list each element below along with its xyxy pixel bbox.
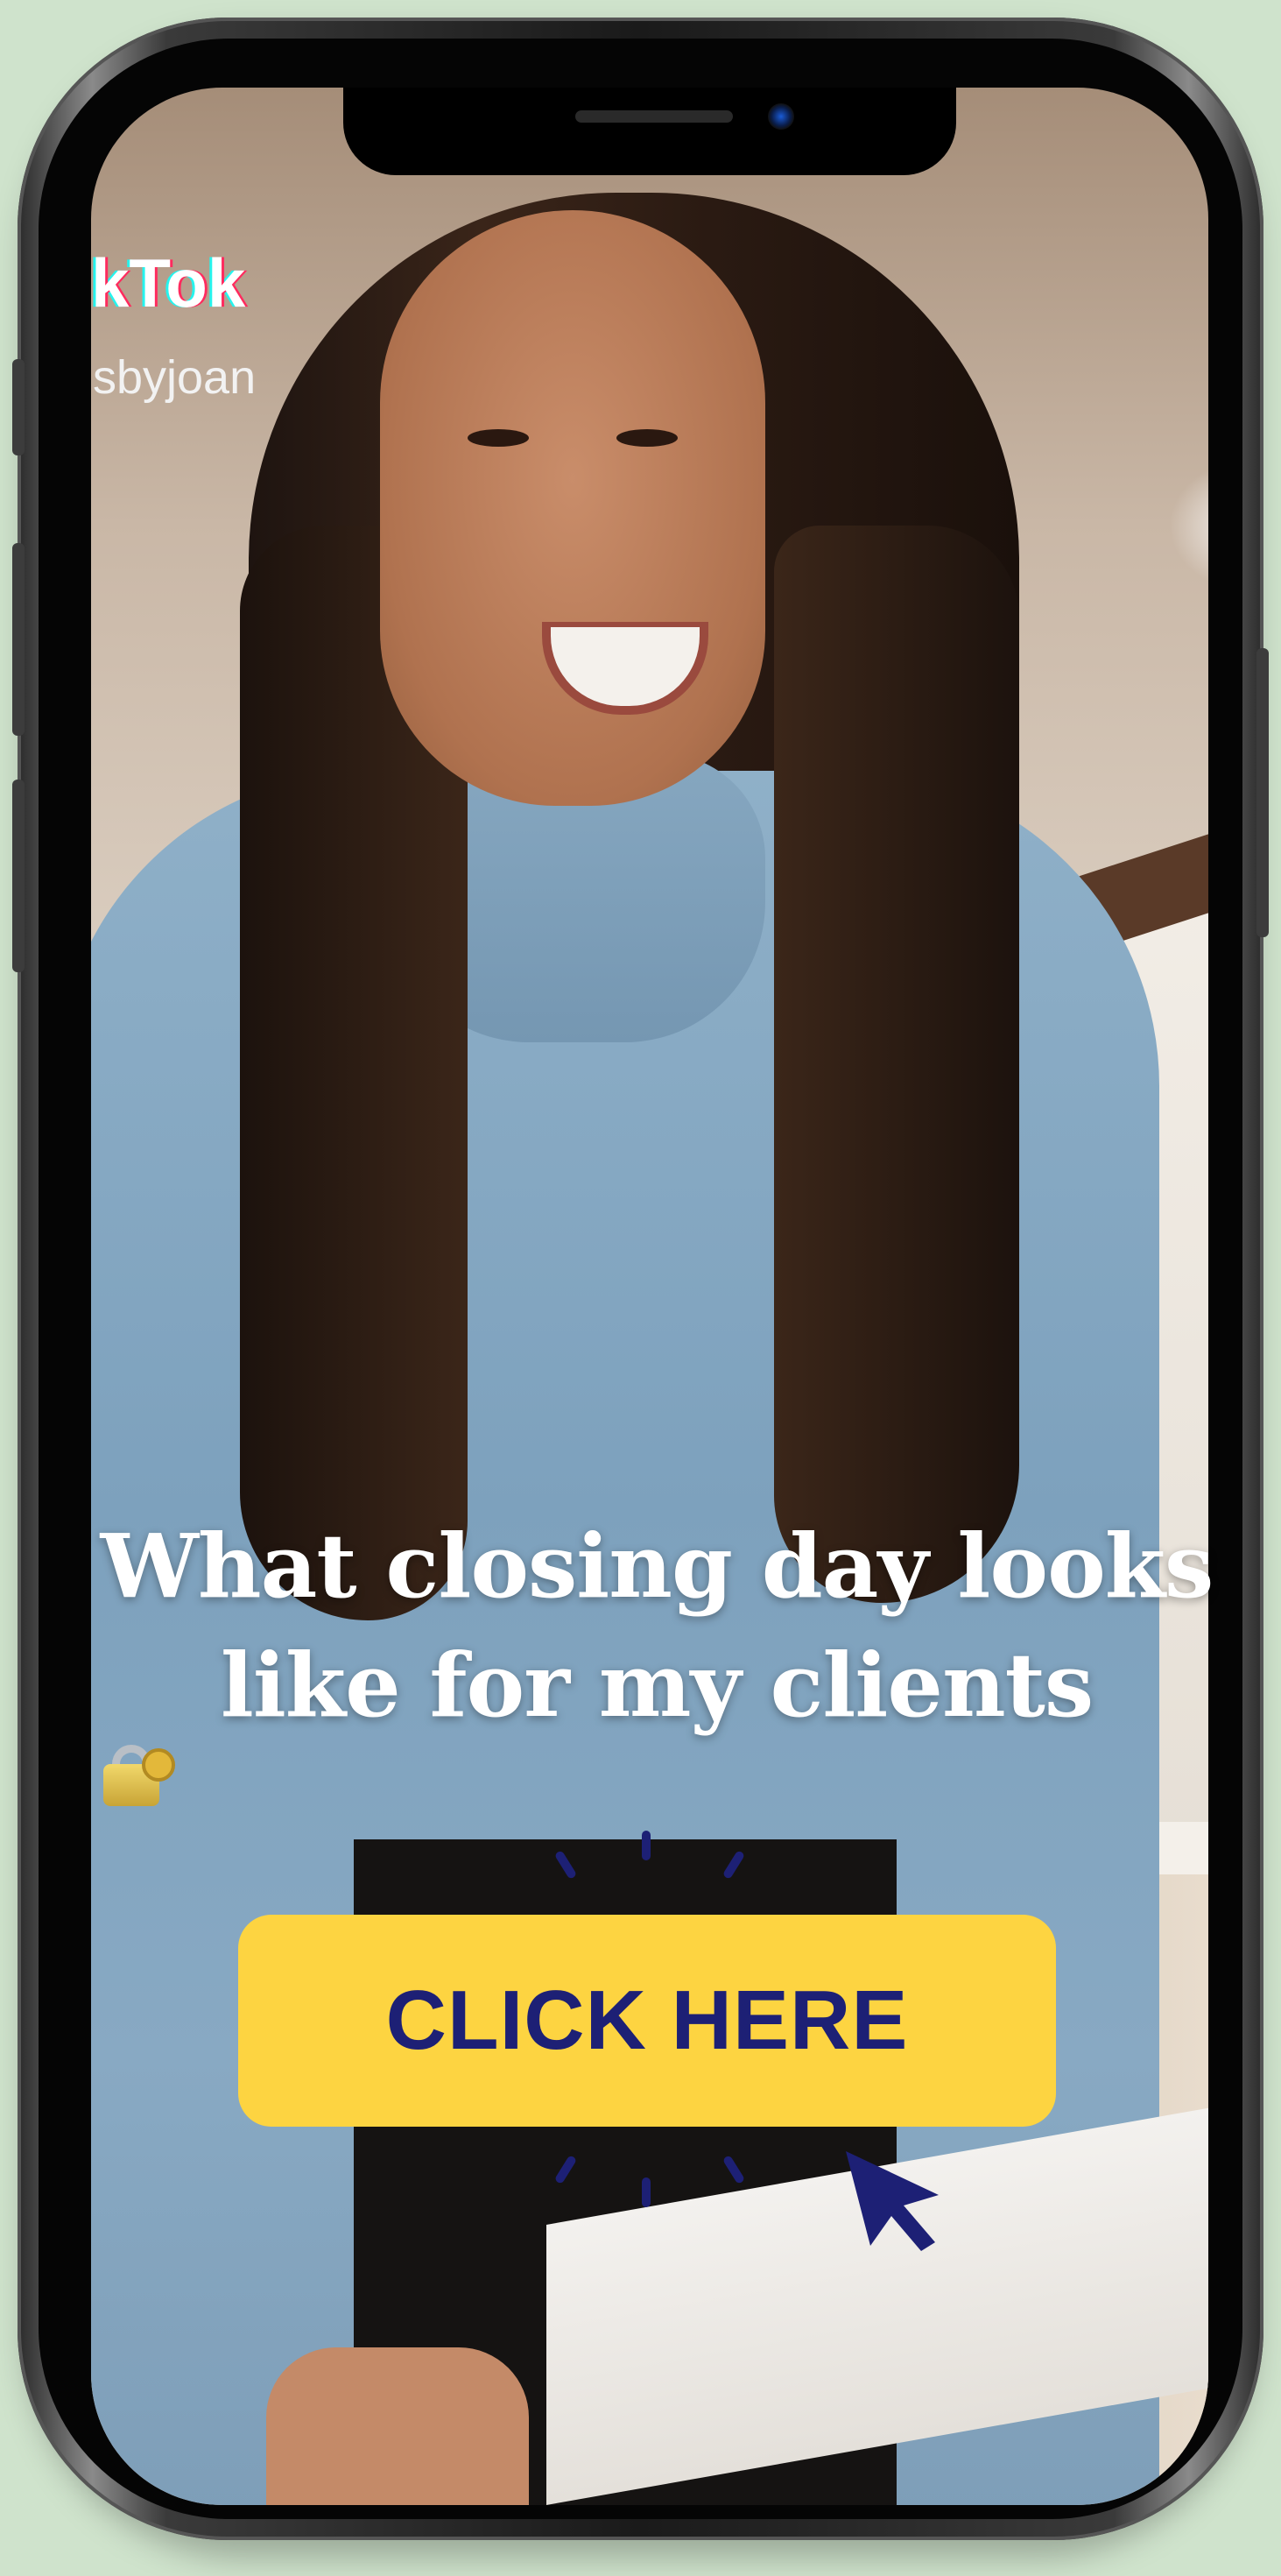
ray-icon: [642, 2177, 651, 2207]
volume-up-button: [12, 543, 25, 736]
front-camera-icon: [768, 103, 794, 130]
caption-line-2: like for my clients: [220, 1634, 1094, 1737]
person-smile: [542, 622, 708, 715]
speaker-grille: [575, 110, 733, 123]
volume-down-button: [12, 780, 25, 972]
click-here-button[interactable]: CLICK HERE: [238, 1915, 1056, 2127]
person-eye-right: [616, 429, 678, 447]
phone-notch: [343, 88, 956, 175]
caption-line-1: What closing day looks: [100, 1514, 1214, 1618]
power-button: [1256, 648, 1269, 937]
caption-line-2-wrap: like for my clients: [88, 1626, 1226, 1806]
lock-with-key-icon: [103, 1745, 175, 1806]
click-here-label: CLICK HERE: [385, 1973, 909, 2067]
mouse-pointer-icon: [846, 2151, 939, 2251]
person-face: [380, 210, 765, 806]
mute-switch: [12, 359, 25, 455]
person-eye-left: [468, 429, 529, 447]
tiktok-logo: kTok: [91, 244, 246, 321]
phone-screen: kTok sbyjoan: [91, 88, 1208, 2505]
username-label[interactable]: sbyjoan: [93, 350, 256, 405]
person-hands: [266, 2347, 529, 2505]
video-caption: What closing day looks like for my clien…: [88, 1507, 1226, 1806]
person-hair-right: [774, 526, 1019, 1603]
ray-icon: [642, 1831, 651, 1860]
